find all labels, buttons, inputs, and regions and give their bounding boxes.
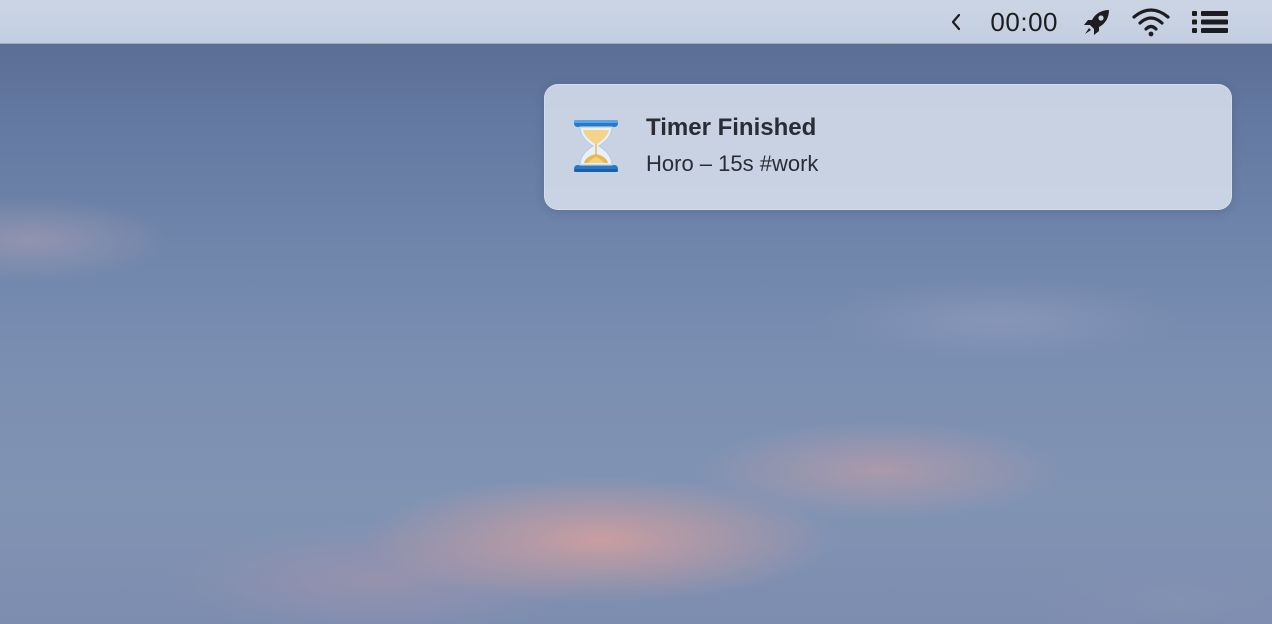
rocket-icon[interactable] (1080, 0, 1114, 44)
notification-title: Timer Finished (646, 114, 817, 141)
notification-banner[interactable]: Timer Finished Horo – 15s #work (544, 84, 1232, 210)
chevron-left-icon[interactable] (944, 0, 968, 44)
notification-body: Horo – 15s #work (646, 151, 819, 176)
desktop-wallpaper: 00:00 Timer Finished Horo – 15s #work (0, 0, 1272, 624)
wifi-icon[interactable] (1130, 0, 1172, 44)
menu-bar: 00:00 (0, 0, 1272, 44)
menu-bar-status-area: 00:00 (944, 0, 1230, 44)
hourglass-icon (570, 118, 622, 174)
list-icon[interactable] (1190, 0, 1230, 44)
timer-clock[interactable]: 00:00 (990, 0, 1058, 44)
